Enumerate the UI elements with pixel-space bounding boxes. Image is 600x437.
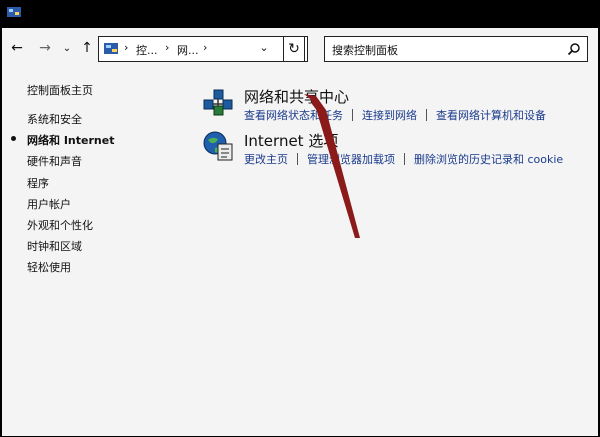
- manage-addons-link[interactable]: 管理浏览器加载项: [307, 153, 395, 166]
- sidebar-item-appearance[interactable]: 外观和个性化: [27, 217, 114, 238]
- control-panel-icon: [104, 43, 118, 54]
- section-title[interactable]: Internet 选项: [244, 130, 338, 151]
- connect-to-network-link[interactable]: 连接到网络: [362, 109, 417, 122]
- link-divider: [297, 153, 298, 165]
- internet-options-icon: [203, 131, 233, 161]
- sidebar-item-ease-of-access[interactable]: 轻松使用: [27, 259, 114, 280]
- forward-button[interactable]: →: [36, 38, 54, 58]
- breadcrumb-control-panel[interactable]: 控...: [136, 42, 158, 58]
- network-sharing-icon: [203, 89, 233, 116]
- link-divider: [352, 109, 353, 121]
- refresh-button[interactable]: ↻: [283, 36, 305, 62]
- section-title[interactable]: 网络和共享中心: [244, 86, 349, 107]
- title-bar: [0, 0, 600, 28]
- control-panel-home-link[interactable]: 控制面板主页: [27, 82, 93, 98]
- current-category-bullet: [11, 136, 16, 142]
- view-network-computers-link[interactable]: 查看网络计算机和设备: [436, 109, 546, 122]
- search-box[interactable]: 搜索控制面板: [324, 36, 588, 62]
- up-button[interactable]: ↑: [78, 38, 96, 58]
- change-homepage-link[interactable]: 更改主页: [244, 153, 288, 166]
- recent-locations-button[interactable]: ⌄: [61, 38, 73, 58]
- breadcrumb-separator: ›: [124, 41, 129, 54]
- section-links: 查看网络状态和任务 连接到网络 查看网络计算机和设备: [244, 107, 546, 123]
- refresh-icon: ↻: [288, 41, 300, 57]
- delete-history-link[interactable]: 删除浏览的历史记录和 cookie: [414, 153, 563, 166]
- search-icon[interactable]: [567, 42, 581, 56]
- address-bar[interactable]: › 控... › 网... › ⌄: [98, 36, 308, 62]
- back-button[interactable]: ←: [8, 38, 26, 58]
- breadcrumb-separator: ›: [203, 41, 208, 54]
- section-links: 更改主页 管理浏览器加载项 删除浏览的历史记录和 cookie: [244, 151, 563, 167]
- sidebar-item-system-security[interactable]: 系统和安全: [27, 111, 114, 132]
- address-dropdown-button[interactable]: ⌄: [257, 41, 271, 57]
- search-placeholder: 搜索控制面板: [332, 44, 398, 57]
- sidebar-item-hardware-sound[interactable]: 硬件和声音: [27, 153, 114, 174]
- link-divider: [404, 153, 405, 165]
- breadcrumb-separator: ›: [165, 41, 170, 54]
- view-network-status-link[interactable]: 查看网络状态和任务: [244, 109, 343, 122]
- control-panel-icon: [7, 7, 21, 17]
- category-list: 系统和安全 网络和 Internet 硬件和声音 程序 用户帐户 外观和个性化 …: [11, 111, 114, 281]
- sidebar-item-user-accounts[interactable]: 用户帐户: [27, 196, 114, 217]
- sidebar-item-clock-region[interactable]: 时钟和区域: [27, 238, 114, 259]
- window-client: ← → ⌄ ↑ › 控... › 网... › ⌄ ↻ 搜索控制面板 控制面板主…: [2, 28, 598, 436]
- control-panel-window: ← → ⌄ ↑ › 控... › 网... › ⌄ ↻ 搜索控制面板 控制面板主…: [0, 0, 600, 437]
- sidebar-item-programs[interactable]: 程序: [27, 175, 114, 196]
- link-divider: [426, 109, 427, 121]
- sidebar-item-network-internet[interactable]: 网络和 Internet: [11, 132, 114, 153]
- breadcrumb-network[interactable]: 网...: [177, 42, 199, 58]
